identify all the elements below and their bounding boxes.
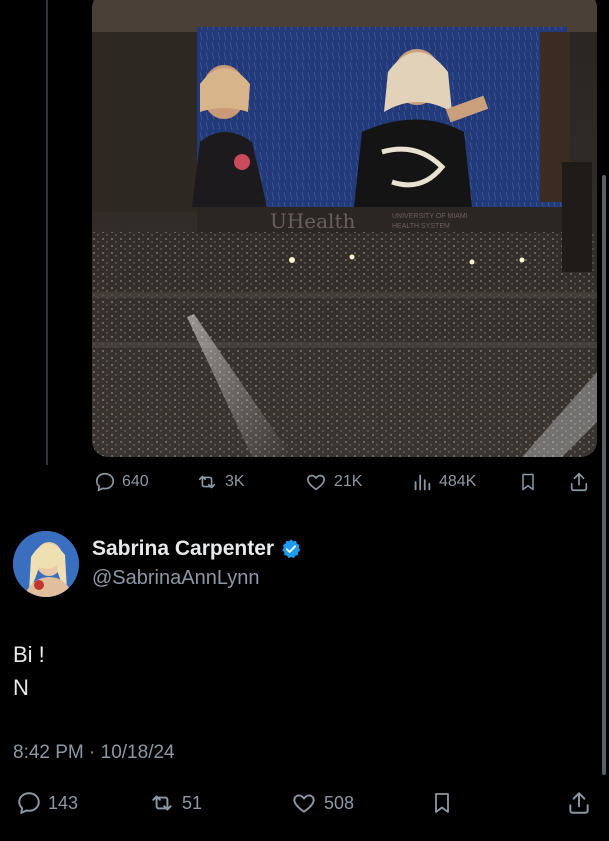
repost-icon (198, 475, 216, 489)
avatar[interactable] (13, 531, 79, 597)
like-count: 21K (334, 473, 363, 490)
reply-button[interactable]: 143 (16, 790, 78, 816)
signage-sub-text-2: HEALTH SYSTEM (392, 223, 450, 230)
heart-icon (293, 794, 315, 813)
reply-count: 640 (122, 473, 149, 490)
bookmark-button[interactable] (430, 790, 454, 816)
share-button[interactable] (566, 790, 592, 816)
reply-icon (18, 792, 40, 815)
share-icon (569, 792, 589, 814)
scrollbar[interactable] (602, 175, 606, 775)
post-detail-page: UHealth UNIVERSITY OF MIAMI HEALTH SYSTE… (0, 0, 609, 841)
handle[interactable]: @SabrinaAnnLynn (92, 567, 259, 590)
display-name[interactable]: Sabrina Carpenter (92, 537, 274, 561)
bookmark-icon (522, 473, 534, 491)
share-button[interactable] (568, 471, 590, 493)
repost-button[interactable]: 51 (148, 790, 202, 816)
signage-main-text: UHealth (270, 209, 355, 233)
repost-count: 3K (225, 473, 245, 490)
repost-count: 51 (182, 792, 203, 813)
author-name-row[interactable]: Sabrina Carpenter (92, 537, 302, 561)
analytics-icon (414, 474, 431, 491)
post-media-image[interactable]: UHealth UNIVERSITY OF MIAMI HEALTH SYSTE… (92, 0, 597, 457)
like-button[interactable]: 21K (304, 471, 362, 493)
profile-photo (13, 531, 79, 597)
like-button[interactable]: 508 (290, 790, 354, 816)
reply-icon (95, 472, 115, 492)
views-count: 484K (439, 473, 477, 490)
views-button[interactable]: 484K (411, 471, 476, 493)
like-count: 508 (324, 792, 355, 813)
reply-button[interactable]: 640 (94, 471, 149, 493)
share-icon (570, 472, 588, 492)
bookmark-button[interactable] (518, 471, 538, 493)
heart-icon (307, 474, 325, 491)
bookmark-icon (435, 793, 449, 813)
repost-icon (152, 795, 172, 811)
verified-badge-icon (282, 539, 301, 558)
thread-connector-line (46, 0, 48, 465)
signage-sub-text-1: UNIVERSITY OF MIAMI (392, 213, 468, 220)
post-text-line: N (13, 675, 29, 700)
post-text: Bi ! N (13, 638, 45, 704)
repost-button[interactable]: 3K (195, 471, 245, 493)
post-timestamp[interactable]: 8:42 PM · 10/18/24 (13, 742, 175, 764)
reply-count: 143 (48, 792, 79, 813)
post-text-line: Bi ! (13, 642, 45, 667)
